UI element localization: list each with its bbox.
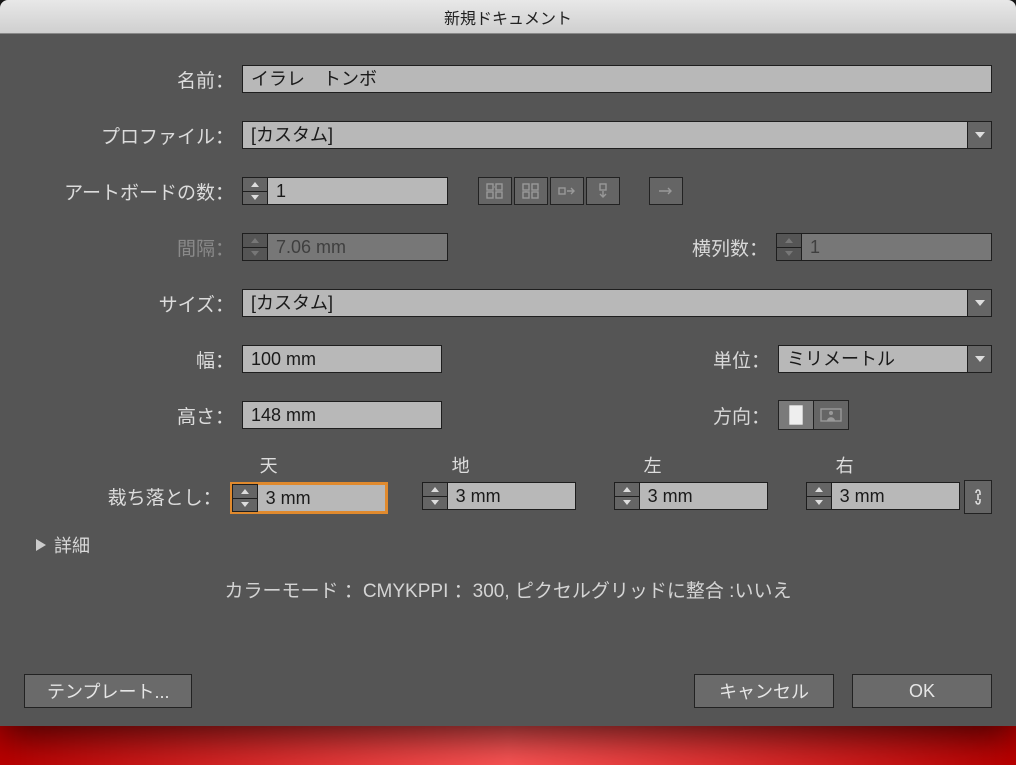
- artboard-layout-group: [478, 177, 682, 205]
- spacing-stepper: 7.06 mm: [242, 233, 448, 261]
- label-advanced: 詳細: [54, 532, 90, 558]
- dialog-content: 名前： イラレ トンボ プロファイル： [カスタム] アートボードの数： 1: [0, 34, 1016, 726]
- advanced-toggle[interactable]: 詳細: [36, 532, 992, 558]
- width-input[interactable]: 100 mm: [242, 345, 442, 373]
- label-bleed-top: 天: [230, 452, 388, 478]
- label-size: サイズ：: [24, 290, 242, 317]
- bleed-top-input[interactable]: 3 mm: [258, 484, 386, 512]
- stepper-up-icon[interactable]: [242, 177, 268, 191]
- row-width-units: 幅： 100 mm 単位： ミリメートル: [24, 340, 992, 378]
- stepper-up-icon[interactable]: [806, 482, 832, 496]
- cancel-button[interactable]: キャンセル: [694, 674, 834, 708]
- row-artboards: アートボードの数： 1: [24, 172, 992, 210]
- dialog-window: 新規ドキュメント 名前： イラレ トンボ プロファイル： [カスタム] アートボ…: [0, 0, 1016, 726]
- orientation-landscape-icon[interactable]: [813, 400, 849, 430]
- chevron-down-icon[interactable]: [968, 121, 992, 149]
- stepper-down-icon: [242, 247, 268, 262]
- name-input[interactable]: イラレ トンボ: [242, 65, 992, 93]
- bleed-right-input[interactable]: 3 mm: [832, 482, 960, 510]
- link-bleed-icon[interactable]: [964, 480, 992, 514]
- stepper-down-icon: [776, 247, 802, 262]
- units-dropdown[interactable]: ミリメートル: [778, 345, 992, 373]
- bleed-bottom-stepper[interactable]: 3 mm: [422, 482, 580, 510]
- direction-arrow-icon[interactable]: [649, 177, 683, 205]
- bleed-right-stepper[interactable]: 3 mm: [806, 482, 964, 510]
- ok-button[interactable]: OK: [852, 674, 992, 708]
- stepper-down-icon[interactable]: [806, 496, 832, 511]
- label-artboard-count: アートボードの数：: [24, 178, 242, 205]
- units-value: ミリメートル: [778, 345, 968, 373]
- label-spacing: 間隔：: [24, 234, 242, 261]
- label-rows: 横列数：: [676, 234, 776, 261]
- profile-dropdown[interactable]: [カスタム]: [242, 121, 992, 149]
- stepper-up-icon: [776, 233, 802, 247]
- row-spacing: 間隔： 7.06 mm 横列数： 1: [24, 228, 992, 266]
- window-title: 新規ドキュメント: [0, 0, 1016, 34]
- label-height: 高さ：: [24, 402, 242, 429]
- triangle-right-icon: [36, 539, 46, 551]
- row-ltr-icon[interactable]: [550, 177, 584, 205]
- height-input[interactable]: 148 mm: [242, 401, 442, 429]
- size-value: [カスタム]: [242, 289, 968, 317]
- artboard-count-input[interactable]: 1: [268, 177, 448, 205]
- label-name: 名前：: [24, 66, 242, 93]
- stepper-up-icon[interactable]: [422, 482, 448, 496]
- chevron-down-icon[interactable]: [968, 345, 992, 373]
- bleed-top-stepper[interactable]: 3 mm: [230, 482, 388, 514]
- row-profile: プロファイル： [カスタム]: [24, 116, 992, 154]
- row-height-orient: 高さ： 148 mm 方向：: [24, 396, 992, 434]
- label-bleed-right: 右: [806, 452, 964, 478]
- bleed-left-input[interactable]: 3 mm: [640, 482, 768, 510]
- stepper-up-icon: [242, 233, 268, 247]
- orientation-portrait-icon[interactable]: [778, 400, 814, 430]
- row-name: 名前： イラレ トンボ: [24, 60, 992, 98]
- stepper-down-icon[interactable]: [242, 191, 268, 206]
- label-units: 単位：: [678, 346, 778, 373]
- rows-stepper: 1: [776, 233, 992, 261]
- artboard-count-stepper[interactable]: 1: [242, 177, 448, 205]
- stepper-up-icon[interactable]: [614, 482, 640, 496]
- stepper-up-icon[interactable]: [232, 484, 258, 498]
- template-button[interactable]: テンプレート...: [24, 674, 192, 708]
- chevron-down-icon[interactable]: [968, 289, 992, 317]
- stepper-down-icon[interactable]: [232, 498, 258, 513]
- label-width: 幅：: [24, 346, 242, 373]
- bleed-left-stepper[interactable]: 3 mm: [614, 482, 772, 510]
- label-bleed: 裁ち落とし：: [24, 483, 230, 514]
- label-profile: プロファイル：: [24, 122, 242, 149]
- stepper-down-icon[interactable]: [614, 496, 640, 511]
- row-bleed: 裁ち落とし： 天 3 mm 地: [24, 452, 992, 514]
- grid-by-col-icon[interactable]: [514, 177, 548, 205]
- size-dropdown[interactable]: [カスタム]: [242, 289, 992, 317]
- spacing-input: 7.06 mm: [268, 233, 448, 261]
- footer: テンプレート... キャンセル OK: [24, 674, 992, 708]
- rows-input: 1: [802, 233, 992, 261]
- label-bleed-bottom: 地: [422, 452, 580, 478]
- grid-by-row-icon[interactable]: [478, 177, 512, 205]
- stepper-down-icon[interactable]: [422, 496, 448, 511]
- bleed-bottom-col: 地 3 mm: [422, 452, 580, 514]
- bleed-right-col: 右 3 mm: [806, 452, 964, 514]
- bleed-bottom-input[interactable]: 3 mm: [448, 482, 576, 510]
- bleed-group: 天 3 mm 地: [230, 452, 964, 514]
- row-size: サイズ： [カスタム]: [24, 284, 992, 322]
- col-ttb-icon[interactable]: [586, 177, 620, 205]
- bleed-top-col: 天 3 mm: [230, 452, 388, 514]
- bleed-left-col: 左 3 mm: [614, 452, 772, 514]
- label-orientation: 方向：: [678, 402, 778, 429]
- label-bleed-left: 左: [614, 452, 772, 478]
- summary-text: カラーモード ：CMYKPPI ：300, ピクセルグリッドに整合 :いいえ: [24, 576, 992, 603]
- profile-value: [カスタム]: [242, 121, 968, 149]
